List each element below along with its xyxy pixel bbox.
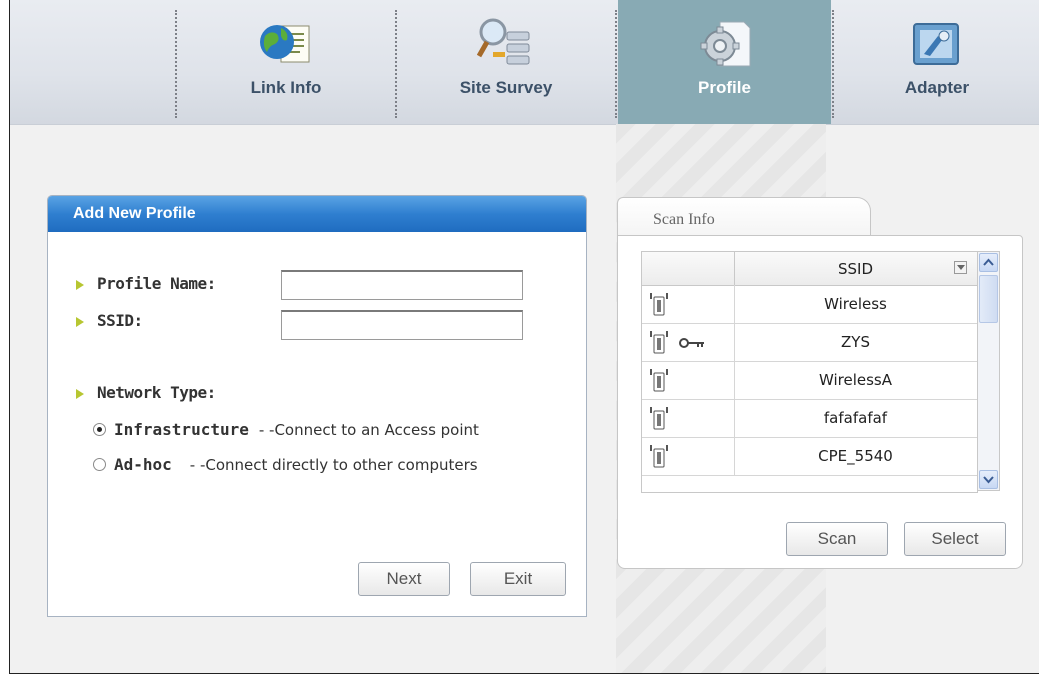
gear-document-icon bbox=[696, 16, 754, 72]
signal-cell bbox=[642, 399, 735, 437]
scan-info-label: Scan Info bbox=[653, 211, 715, 228]
signal-strength-icon bbox=[648, 367, 670, 397]
bullet-icon bbox=[76, 317, 84, 327]
signal-column-header[interactable] bbox=[642, 252, 735, 285]
ssid-cell: fafafafaf bbox=[823, 409, 888, 427]
scroll-up-icon[interactable] bbox=[979, 253, 998, 272]
scan-info-panel: SSID Wireless ZYS WirelessA fafafafaf CPE_55… bbox=[617, 235, 1023, 569]
tab-adapter[interactable]: Adapter bbox=[835, 0, 1039, 124]
ssid-cell: ZYS bbox=[841, 333, 870, 351]
signal-cell bbox=[642, 285, 735, 323]
ssid-list-header: SSID bbox=[642, 252, 977, 286]
tab-label: Site Survey bbox=[459, 78, 553, 97]
scan-info-tab: Scan Info bbox=[617, 197, 871, 238]
ssid-row[interactable]: fafafafaf bbox=[642, 399, 977, 438]
toolbar-separator bbox=[615, 10, 617, 118]
tab-profile[interactable]: Profile bbox=[618, 0, 831, 124]
scrollbar-thumb[interactable] bbox=[979, 275, 998, 323]
profile-name-input[interactable] bbox=[281, 270, 523, 300]
signal-strength-icon bbox=[648, 443, 670, 473]
infrastructure-description: - -Connect to an Access point bbox=[258, 420, 479, 439]
signal-strength-icon bbox=[648, 405, 670, 435]
infrastructure-option[interactable]: Infrastructure - -Connect to an Access p… bbox=[93, 420, 479, 439]
scan-button[interactable]: Scan bbox=[786, 522, 888, 556]
ssid-list-scrollbar[interactable] bbox=[977, 251, 1000, 491]
adhoc-option[interactable]: Ad-hoc - -Connect directly to other comp… bbox=[93, 455, 478, 474]
ssid-cell: WirelessA bbox=[818, 371, 893, 389]
ssid-cell: Wireless bbox=[824, 295, 887, 313]
ssid-column-label: SSID bbox=[837, 259, 874, 278]
key-icon bbox=[678, 335, 706, 354]
infrastructure-label: Infrastructure bbox=[114, 420, 249, 439]
ssid-row[interactable]: WirelessA bbox=[642, 361, 977, 400]
panel-title: Add New Profile bbox=[73, 205, 196, 222]
sort-dropdown-icon[interactable] bbox=[954, 261, 967, 274]
network-type-label: Network Type: bbox=[97, 383, 216, 402]
ssid-column-header[interactable]: SSID bbox=[734, 252, 977, 285]
ssid-label: SSID: bbox=[97, 311, 143, 330]
main-toolbar: Link Info Site Survey Profile Adapter bbox=[10, 0, 1039, 125]
signal-cell bbox=[642, 361, 735, 399]
exit-button[interactable]: Exit bbox=[470, 562, 566, 596]
ssid-cell: CPE_5540 bbox=[818, 447, 893, 465]
signal-cell bbox=[642, 323, 735, 361]
adapter-icon bbox=[908, 16, 966, 72]
next-button[interactable]: Next bbox=[358, 562, 450, 596]
magnifier-network-icon bbox=[476, 16, 535, 72]
toolbar-separator bbox=[832, 10, 834, 118]
signal-cell bbox=[642, 437, 735, 475]
globe-document-icon bbox=[257, 16, 315, 72]
bullet-icon bbox=[76, 280, 84, 290]
tab-site-survey[interactable]: Site Survey bbox=[398, 0, 614, 124]
tab-label: Adapter bbox=[904, 78, 970, 97]
bullet-icon bbox=[76, 389, 84, 399]
toolbar-separator bbox=[395, 10, 397, 118]
adhoc-label: Ad-hoc bbox=[114, 455, 172, 474]
signal-strength-icon bbox=[648, 291, 670, 321]
tab-label: Link Info bbox=[250, 78, 322, 97]
infrastructure-radio[interactable] bbox=[93, 423, 106, 436]
profile-window: Link Info Site Survey Profile Adapter Ad… bbox=[9, 0, 1039, 674]
adhoc-description: - -Connect directly to other computers bbox=[189, 455, 478, 474]
adhoc-radio[interactable] bbox=[93, 458, 106, 471]
scroll-down-icon[interactable] bbox=[979, 470, 998, 489]
ssid-row[interactable]: ZYS bbox=[642, 323, 977, 362]
ssid-list: SSID Wireless ZYS WirelessA fafafafaf CPE_55… bbox=[641, 251, 978, 493]
tab-label: Profile bbox=[698, 78, 751, 97]
ssid-input[interactable] bbox=[281, 310, 523, 340]
ssid-row[interactable]: CPE_5540 bbox=[642, 437, 977, 476]
toolbar-separator bbox=[175, 10, 177, 118]
ssid-row[interactable]: Wireless bbox=[642, 285, 977, 324]
select-button[interactable]: Select bbox=[904, 522, 1006, 556]
tab-link-info[interactable]: Link Info bbox=[178, 0, 394, 124]
signal-strength-icon bbox=[648, 329, 670, 359]
profile-name-label: Profile Name: bbox=[97, 274, 216, 293]
add-new-profile-panel: Add New Profile Profile Name: SSID: Netw… bbox=[47, 195, 587, 617]
